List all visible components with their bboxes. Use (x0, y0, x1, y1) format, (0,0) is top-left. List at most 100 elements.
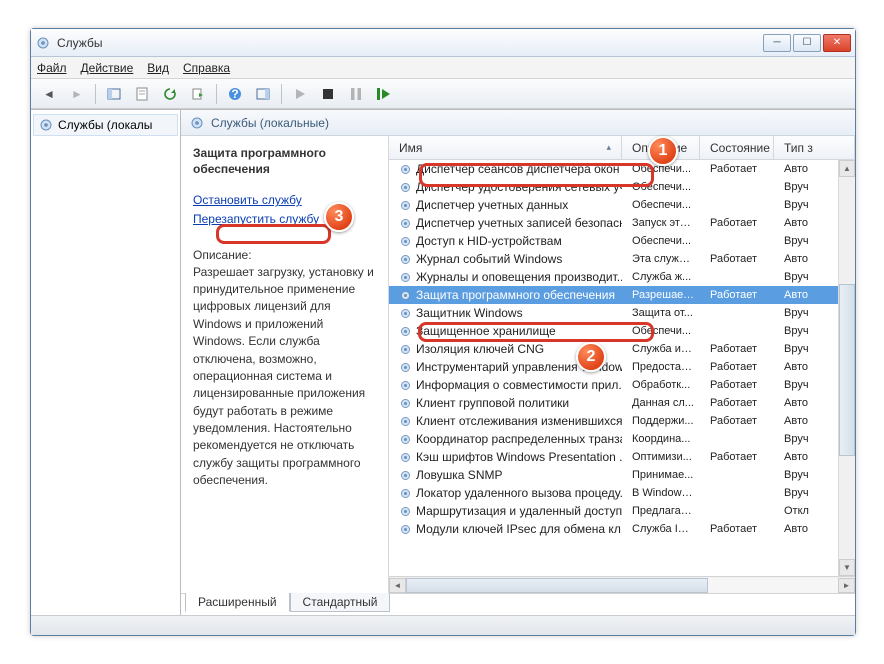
service-row[interactable]: Журнал событий WindowsЭта служб...Работа… (389, 250, 855, 268)
gear-icon (38, 117, 54, 133)
cell-description: Защита от... (622, 307, 700, 319)
cell-description: Обеспечи... (622, 235, 700, 247)
service-row[interactable]: Клиент отслеживания изменившихся...Подде… (389, 412, 855, 430)
svg-text:?: ? (231, 87, 238, 101)
cell-name: Модули ключей IPsec для обмена кл... (389, 522, 622, 536)
menu-action[interactable]: Действие (81, 61, 134, 75)
badge-1: 1 (648, 136, 678, 166)
service-row[interactable]: Доступ к HID-устройствамОбеспечи...Вруч (389, 232, 855, 250)
menu-file[interactable]: Файл (37, 61, 67, 75)
cell-name: Диспетчер учетных записей безопасн... (389, 216, 622, 230)
vertical-scrollbar[interactable]: ▲ ▼ (838, 160, 855, 576)
column-headers: Имя▴ Описание Состояние Тип з (389, 136, 855, 160)
tab-extended[interactable]: Расширенный (185, 593, 290, 612)
menu-view[interactable]: Вид (147, 61, 169, 75)
scroll-right-button[interactable]: ► (838, 578, 855, 593)
service-row[interactable]: Информация о совместимости прил...Обрабо… (389, 376, 855, 394)
right-pane: Службы (локальные) Защита программного о… (181, 110, 855, 615)
toolbar: ◄ ► ? (31, 79, 855, 109)
service-row[interactable]: Диспетчер сеансов диспетчера окон ...Обе… (389, 160, 855, 178)
cell-description: Обеспечи... (622, 199, 700, 211)
cell-description: Служба IK... (622, 523, 700, 535)
back-button[interactable]: ◄ (37, 82, 61, 106)
badge-3: 3 (324, 202, 354, 232)
cell-description: Эта служб... (622, 253, 700, 265)
hscroll-thumb[interactable] (406, 578, 708, 593)
pause-service-button[interactable] (344, 82, 368, 106)
service-row[interactable]: Координатор распределенных транза...Коор… (389, 430, 855, 448)
rows-container[interactable]: Диспетчер сеансов диспетчера окон ...Обе… (389, 160, 855, 576)
selected-service-title: Защита программного обеспечения (193, 146, 376, 177)
cell-name: Локатор удаленного вызова процеду... (389, 486, 622, 500)
tree-pane: Службы (локалы (31, 110, 181, 615)
service-row[interactable]: Локатор удаленного вызова процеду...В Wi… (389, 484, 855, 502)
service-row[interactable]: Защитник WindowsЗащита от...Вруч (389, 304, 855, 322)
start-service-button[interactable] (288, 82, 312, 106)
cell-state: Работает (700, 361, 774, 373)
minimize-button[interactable]: ─ (763, 34, 791, 52)
description-label: Описание: (193, 248, 376, 262)
statusbar (31, 615, 855, 635)
tab-standard[interactable]: Стандартный (290, 593, 391, 612)
menubar: Файл Действие Вид Справка (31, 57, 855, 79)
service-row[interactable]: Защита программного обеспеченияРазрешает… (389, 286, 855, 304)
cell-name: Защищенное хранилище (389, 324, 622, 338)
close-button[interactable]: ✕ (823, 34, 851, 52)
stop-service-button[interactable] (316, 82, 340, 106)
service-row[interactable]: Маршрутизация и удаленный доступПредлага… (389, 502, 855, 520)
column-startup-type[interactable]: Тип з (774, 136, 855, 159)
scroll-down-button[interactable]: ▼ (839, 559, 855, 576)
help-button[interactable]: ? (223, 82, 247, 106)
app-icon (35, 35, 51, 51)
cell-description: Служба из... (622, 343, 700, 355)
cell-name: Защита программного обеспечения (389, 288, 622, 302)
service-row[interactable]: Ловушка SNMPПринимае...Вруч (389, 466, 855, 484)
scroll-thumb[interactable] (839, 284, 855, 456)
restart-service-button[interactable] (372, 82, 396, 106)
maximize-button[interactable]: ☐ (793, 34, 821, 52)
cell-name: Доступ к HID-устройствам (389, 234, 622, 248)
cell-description: Предлагае... (622, 505, 700, 517)
service-row[interactable]: Клиент групповой политикиДанная сл...Раб… (389, 394, 855, 412)
cell-state: Работает (700, 217, 774, 229)
cell-description: Запуск это... (622, 217, 700, 229)
tree-root-item[interactable]: Службы (локалы (33, 114, 178, 136)
cell-state: Работает (700, 163, 774, 175)
refresh-button[interactable] (158, 82, 182, 106)
service-row[interactable]: Защищенное хранилищеОбеспечи...Вруч (389, 322, 855, 340)
cell-name: Клиент отслеживания изменившихся... (389, 414, 622, 428)
scroll-up-button[interactable]: ▲ (839, 160, 855, 177)
description-text: Разрешает загрузку, установку и принудит… (193, 264, 376, 490)
cell-state: Работает (700, 523, 774, 535)
service-row[interactable]: Журналы и оповещения производит...Служба… (389, 268, 855, 286)
cell-name: Клиент групповой политики (389, 396, 622, 410)
cell-name: Журнал событий Windows (389, 252, 622, 266)
titlebar[interactable]: Службы ─ ☐ ✕ (31, 29, 855, 57)
properties-button[interactable] (130, 82, 154, 106)
service-row[interactable]: Инструментарий управления WindowsПредост… (389, 358, 855, 376)
service-row[interactable]: Диспетчер удостоверения сетевых уч...Обе… (389, 178, 855, 196)
show-hide-action-pane-button[interactable] (251, 82, 275, 106)
show-hide-tree-button[interactable] (102, 82, 126, 106)
export-button[interactable] (186, 82, 210, 106)
cell-description: Обеспечи... (622, 181, 700, 193)
service-row[interactable]: Модули ключей IPsec для обмена кл...Служ… (389, 520, 855, 538)
service-row[interactable]: Кэш шрифтов Windows Presentation ...Опти… (389, 448, 855, 466)
cell-description: Разрешает... (622, 289, 700, 301)
cell-name: Защитник Windows (389, 306, 622, 320)
cell-description: Координа... (622, 433, 700, 445)
service-row[interactable]: Диспетчер учетных записей безопасн...Зап… (389, 214, 855, 232)
cell-state: Работает (700, 415, 774, 427)
client-area: Службы (локалы Службы (локальные) Защита… (31, 109, 855, 615)
cell-description: Предостав... (622, 361, 700, 373)
forward-button[interactable]: ► (65, 82, 89, 106)
badge-2: 2 (576, 342, 606, 372)
horizontal-scrollbar[interactable]: ◄ ► (389, 576, 855, 593)
menu-help[interactable]: Справка (183, 61, 230, 75)
cell-name: Журналы и оповещения производит... (389, 270, 622, 284)
service-row[interactable]: Диспетчер учетных данныхОбеспечи...Вруч (389, 196, 855, 214)
scroll-left-button[interactable]: ◄ (389, 578, 406, 593)
column-state[interactable]: Состояние (700, 136, 774, 159)
column-name[interactable]: Имя▴ (389, 136, 622, 159)
service-row[interactable]: Изоляция ключей CNGСлужба из...РаботаетВ… (389, 340, 855, 358)
